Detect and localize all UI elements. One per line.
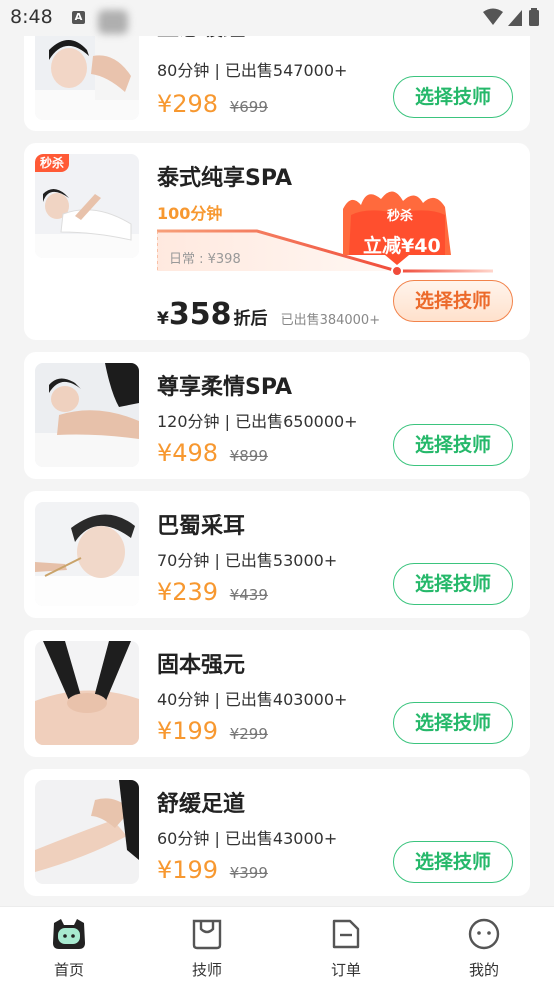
back-massage-photo: [35, 363, 139, 467]
service-price: ¥199: [157, 717, 219, 745]
service-name: 固本强元: [157, 653, 246, 678]
flash-discount: 立减¥40: [363, 235, 441, 257]
status-bar: 8:48 A: [0, 0, 554, 36]
blurred-notification-icon: [98, 10, 128, 34]
service-image: [35, 363, 139, 467]
service-original-price: ¥439: [229, 586, 268, 604]
service-name: 尊享柔情SPA: [157, 375, 292, 400]
service-meta: 40分钟 | 已出售403000+: [157, 690, 348, 709]
status-icons: [482, 8, 542, 32]
service-price-row: ¥298 ¥699: [157, 90, 268, 118]
choose-technician-button[interactable]: 选择技师: [393, 563, 513, 605]
nav-label: 我的: [468, 961, 499, 979]
daily-price: 日常 : ¥398: [169, 252, 241, 267]
service-meta: 60分钟 | 已出售43000+: [157, 829, 338, 848]
service-original-price: ¥899: [229, 447, 268, 465]
sold-count: 已出售384000+: [280, 313, 381, 328]
service-meta: 80分钟 | 已出售547000+: [157, 61, 348, 80]
service-price: ¥298: [157, 90, 219, 118]
service-price: ¥239: [157, 578, 219, 606]
profile-icon: [468, 918, 500, 950]
service-original-price: ¥299: [229, 725, 268, 743]
nav-label: 订单: [330, 961, 361, 979]
choose-technician-button[interactable]: 选择技师: [393, 841, 513, 883]
final-suffix: 折后: [233, 309, 268, 329]
choose-technician-button[interactable]: 选择技师: [393, 280, 513, 322]
abdomen-massage-photo: [35, 641, 139, 745]
flash-label: 秒杀: [387, 209, 414, 224]
status-time: 8:48: [10, 6, 53, 28]
service-name: 舒缓足道: [157, 792, 246, 817]
final-currency: ¥: [157, 309, 169, 329]
home-mascot-icon: [53, 919, 85, 949]
service-price-row: ¥239 ¥439: [157, 578, 268, 606]
nav-technician[interactable]: 技师: [167, 907, 247, 984]
order-icon: [332, 919, 360, 949]
nav-order[interactable]: 订单: [306, 907, 386, 984]
service-card-flash-sale[interactable]: 秒杀 泰式纯享SPA 100分钟 日常 : ¥398 秒杀 立减¥40 ¥358…: [24, 143, 530, 340]
final-price-row: ¥358 折后 已出售384000+: [157, 297, 380, 332]
foot-massage-photo: [35, 780, 139, 884]
service-price: ¥498: [157, 439, 219, 467]
service-image: [35, 641, 139, 745]
signal-icons: [483, 8, 539, 26]
service-duration: 100分钟: [157, 204, 223, 223]
choose-technician-button[interactable]: 选择技师: [393, 76, 513, 118]
nav-label: 首页: [53, 961, 84, 979]
notification-icon: A: [72, 11, 85, 24]
service-card[interactable]: 尊享柔情SPA 120分钟 | 已出售650000+ ¥498 ¥899 选择技…: [24, 352, 530, 479]
technician-icon: [192, 919, 222, 950]
service-card[interactable]: 巴蜀采耳 70分钟 | 已出售53000+ ¥239 ¥439 选择技师: [24, 491, 530, 618]
service-name: 巴蜀采耳: [157, 514, 246, 539]
nav-label: 技师: [191, 961, 222, 979]
service-image: [35, 780, 139, 884]
nav-home[interactable]: 首页: [29, 907, 109, 984]
ear-cleaning-photo: [35, 502, 139, 606]
service-image: 秒杀: [35, 154, 139, 258]
service-price-row: ¥199 ¥399: [157, 856, 268, 884]
service-meta: 70分钟 | 已出售53000+: [157, 551, 338, 570]
flash-sale-badge: 秒杀: [35, 154, 69, 172]
service-card[interactable]: 固本强元 40分钟 | 已出售403000+ ¥199 ¥299 选择技师: [24, 630, 530, 757]
service-card[interactable]: 舒缓足道 60分钟 | 已出售43000+ ¥199 ¥399 选择技师: [24, 769, 530, 896]
service-original-price: ¥399: [229, 864, 268, 882]
service-price-row: ¥199 ¥299: [157, 717, 268, 745]
nav-profile[interactable]: 我的: [444, 907, 524, 984]
service-name: 泰式纯享SPA: [157, 166, 292, 191]
service-price: ¥199: [157, 856, 219, 884]
service-original-price: ¥699: [229, 98, 268, 116]
service-image: [35, 502, 139, 606]
choose-technician-button[interactable]: 选择技师: [393, 702, 513, 744]
choose-technician-button[interactable]: 选择技师: [393, 424, 513, 466]
service-price-row: ¥498 ¥899: [157, 439, 268, 467]
service-meta: 120分钟 | 已出售650000+: [157, 412, 358, 431]
final-price: 358: [168, 297, 232, 332]
bottom-nav: 首页 技师 订单 我的: [0, 906, 554, 984]
